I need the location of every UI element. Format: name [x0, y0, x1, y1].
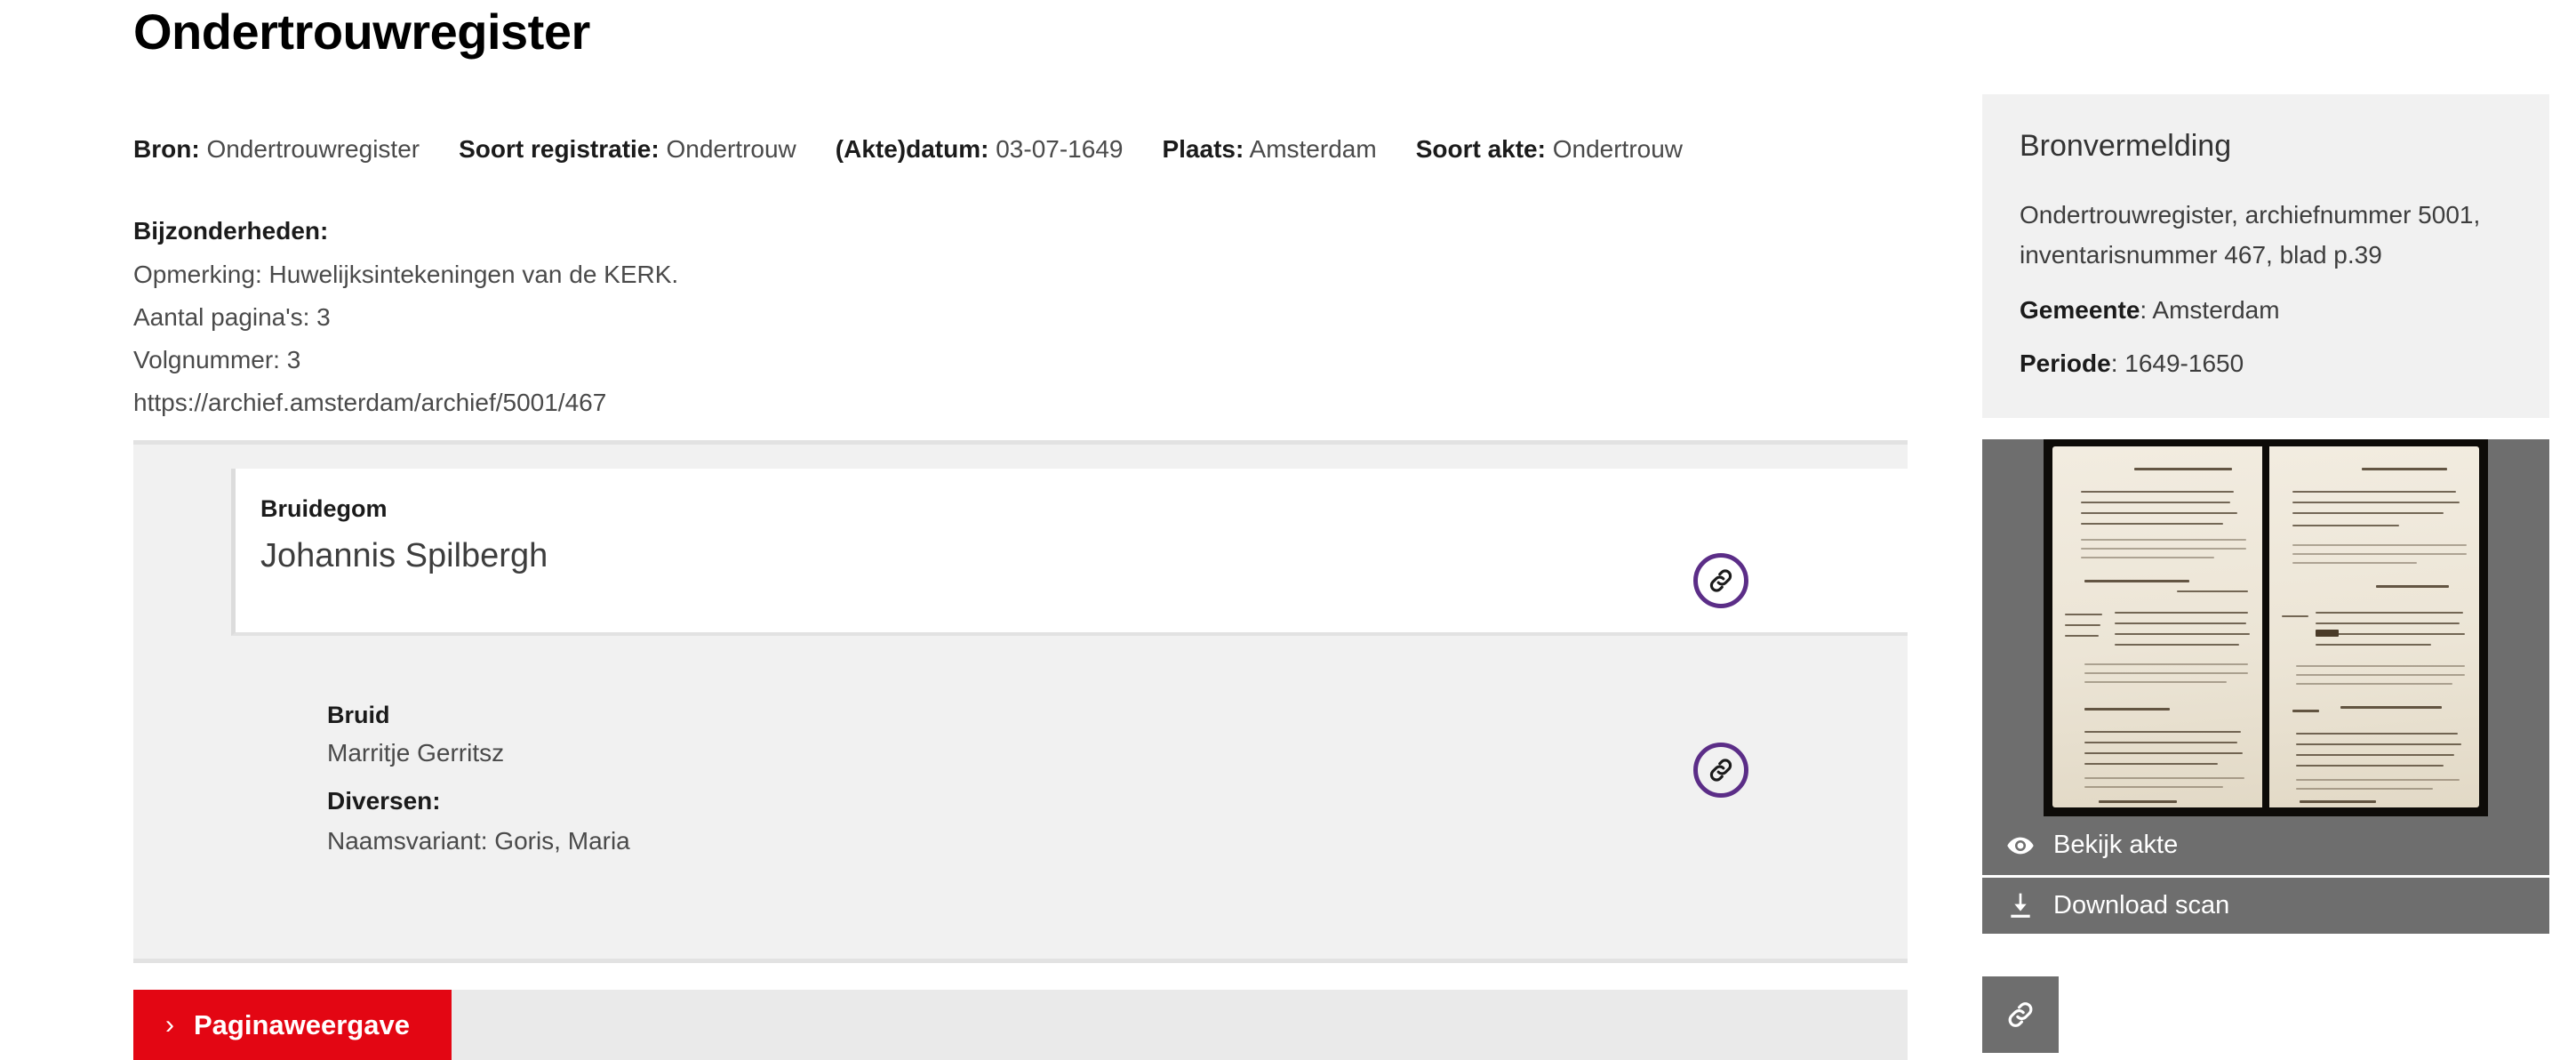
download-scan-button[interactable]: Download scan: [1982, 874, 2549, 934]
bronvermelding-gemeente-value: : Amsterdam: [2140, 295, 2280, 324]
meta-value-soort-registratie: Ondertrouw: [666, 135, 796, 163]
bronvermelding-gemeente: Gemeente: Amsterdam: [2020, 292, 2512, 329]
details-heading: Bijzonderheden:: [133, 217, 329, 245]
meta-value-bron: Ondertrouwregister: [206, 135, 420, 163]
share-link-button[interactable]: [1982, 976, 2059, 1053]
meta-item-plaats: Plaats: Amsterdam: [1162, 133, 1376, 165]
meta-label-soort-akte: Soort akte:: [1415, 135, 1546, 163]
party-role-bride: Bruid: [327, 702, 390, 728]
bekijk-akte-label: Bekijk akte: [2053, 831, 2179, 860]
manuscript-page-left: [2052, 446, 2262, 807]
link-icon: [1706, 755, 1736, 785]
bronvermelding-periode: Periode: 1649-1650: [2020, 345, 2512, 382]
meta-label-soort-registratie: Soort registratie:: [459, 135, 660, 163]
bekijk-akte-button[interactable]: Bekijk akte: [1982, 815, 2549, 875]
eye-icon: [2005, 831, 2036, 861]
bottom-action-bar: › Paginaweergave: [133, 990, 1908, 1060]
paginaweergave-button-label: Paginaweergave: [194, 1008, 410, 1040]
paginaweergave-button[interactable]: › Paginaweergave: [133, 990, 452, 1060]
meta-item-bron: Bron: Ondertrouwregister: [133, 133, 420, 165]
page-title: Ondertrouwregister: [133, 4, 590, 60]
meta-value-aktedatum: 03-07-1649: [996, 135, 1124, 163]
details-line-opmerking: Opmerking: Huwelijksintekeningen van de …: [133, 260, 679, 288]
meta-value-soort-akte: Ondertrouw: [1552, 135, 1684, 163]
link-icon: [2004, 998, 2037, 1032]
scan-thumbnail[interactable]: [1982, 438, 2549, 816]
bronvermelding-panel: Bronvermelding Ondertrouwregister, archi…: [1982, 94, 2549, 418]
record-meta-row: Bron: Ondertrouwregister Soort registrati…: [133, 133, 1908, 165]
download-scan-label: Download scan: [2053, 890, 2230, 919]
party-role-groom: Bruidegom: [260, 495, 388, 522]
sidebar: Bronvermelding Ondertrouwregister, archi…: [1982, 94, 2549, 1053]
meta-item-soort-akte: Soort akte: Ondertrouw: [1416, 133, 1683, 165]
details-section: Bijzonderheden: Opmerking: Huwelijksinte…: [133, 210, 1908, 424]
download-icon: [2005, 890, 2036, 920]
party-subheading-diversen: Diversen:: [327, 786, 441, 815]
details-line-volgnummer: Volgnummer: 3: [133, 345, 301, 373]
details-line-url: https://archief.amsterdam/archief/5001/4…: [133, 389, 607, 417]
meta-label-plaats: Plaats:: [1162, 135, 1244, 163]
bronvermelding-citation: Ondertrouwregister, archiefnummer 5001, …: [2020, 200, 2481, 269]
main-column: Ondertrouwregister Bron: Ondertrouwregis…: [133, 0, 1908, 424]
link-icon-groom-button[interactable]: [1693, 553, 1748, 608]
meta-value-plaats: Amsterdam: [1249, 135, 1377, 163]
bronvermelding-periode-value: : 1649-1650: [2110, 349, 2244, 377]
bronvermelding-periode-label: Periode: [2020, 349, 2111, 377]
record-detail-page: Ondertrouwregister Bron: Ondertrouwregis…: [0, 0, 2576, 1060]
manuscript-image: [2044, 438, 2488, 816]
meta-label-bron: Bron:: [133, 135, 200, 163]
meta-label-aktedatum: (Akte)datum:: [835, 135, 989, 163]
party-name-bride: Marritje Gerritsz: [327, 739, 505, 767]
parties-panel: Bruidegom Johannis Spilbergh Bruid Marri…: [133, 440, 1908, 963]
link-icon-bride-button[interactable]: [1693, 743, 1748, 798]
details-line-aantal-paginas: Aantal pagina's: 3: [133, 302, 331, 331]
link-icon: [1706, 566, 1736, 596]
scan-panel: Bekijk akte Download scan: [1982, 438, 2549, 934]
bronvermelding-gemeente-label: Gemeente: [2020, 295, 2140, 324]
party-subvalue-naamsvariant: Naamsvariant: Goris, Maria: [327, 826, 630, 855]
party-card-groom[interactable]: Bruidegom Johannis Spilbergh: [231, 469, 1908, 636]
manuscript-page-right: [2269, 446, 2479, 807]
party-card-bride: Bruid Marritje Gerritsz Diversen: Naamsv…: [327, 698, 1838, 861]
bronvermelding-title: Bronvermelding: [2020, 129, 2232, 163]
meta-item-soort-registratie: Soort registratie: Ondertrouw: [459, 133, 796, 165]
meta-item-aktedatum: (Akte)datum: 03-07-1649: [836, 133, 1124, 165]
chevron-right-icon: ›: [165, 1009, 174, 1040]
party-name-groom: Johannis Spilbergh: [260, 537, 548, 575]
